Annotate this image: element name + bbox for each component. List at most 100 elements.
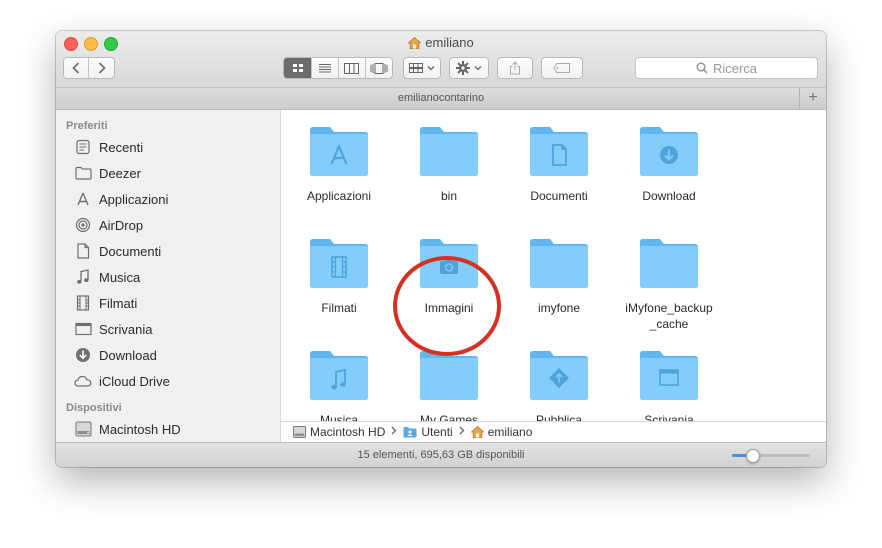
list-view-button[interactable] — [311, 58, 338, 78]
sidebar-item-label: iCloud Drive — [99, 373, 170, 389]
folder-label: imyfone — [537, 301, 581, 315]
home-icon — [407, 36, 422, 52]
users-folder-icon — [403, 426, 417, 438]
icon-size-slider[interactable] — [732, 449, 810, 463]
titlebar: emiliano Ricerca — [56, 31, 826, 88]
folder-item[interactable]: Applicazioni — [284, 110, 394, 210]
action-menu-button[interactable] — [449, 57, 489, 79]
breadcrumb-item[interactable]: Utenti — [403, 425, 453, 439]
icon-view-button[interactable] — [284, 58, 312, 78]
folder-item[interactable]: Download — [614, 110, 724, 210]
column-view-button[interactable] — [338, 58, 365, 78]
gear-icon — [456, 61, 470, 75]
share-button[interactable] — [497, 57, 533, 79]
chevron-right-icon — [459, 426, 465, 435]
share-icon — [510, 61, 520, 75]
sidebar-section-favorites: Preferiti — [66, 120, 108, 132]
sidebar-item-label: AirDrop — [99, 217, 144, 233]
hard-drive-icon — [293, 426, 306, 438]
music-note-icon — [74, 268, 92, 286]
current-tab-label[interactable]: emilianocontarino — [398, 92, 484, 104]
home-icon — [470, 426, 484, 438]
chevron-right-icon — [98, 62, 106, 74]
columns-icon — [344, 62, 360, 74]
sidebar-item-label: Deezer — [99, 165, 141, 181]
folder-item[interactable]: Pubblica — [504, 334, 614, 421]
cloud-icon — [74, 372, 92, 390]
sidebar-item-deezer[interactable]: Deezer — [56, 160, 280, 186]
airdrop-icon — [74, 216, 92, 234]
breadcrumb-separator — [391, 426, 397, 438]
view-mode-control — [283, 57, 393, 79]
chevron-down-icon — [427, 66, 435, 71]
tag-icon — [553, 63, 570, 73]
folder-label: bin — [440, 189, 457, 203]
folder-label: iMyfone_backup_cache — [625, 301, 713, 331]
sidebar-item-label: Filmati — [99, 295, 138, 311]
cover-flow-view-button[interactable] — [364, 58, 392, 78]
arrange-grid-icon — [409, 63, 423, 73]
folder-item[interactable]: Musica — [284, 334, 394, 421]
breadcrumb: Macintosh HD Utenti emiliano — [281, 421, 826, 442]
tab-bar: emilianocontarino + — [56, 88, 826, 110]
breadcrumb-item[interactable]: emiliano — [470, 425, 532, 439]
search-input[interactable]: Ricerca — [635, 57, 818, 79]
sidebar-item-label: Recenti — [99, 139, 144, 155]
arrange-button[interactable] — [403, 57, 441, 79]
sidebar-item-airdrop[interactable]: AirDrop — [56, 212, 280, 238]
folder-item[interactable]: iMyfone_backup_cache — [614, 222, 724, 331]
search-icon — [696, 62, 708, 74]
chevron-left-icon — [72, 62, 80, 74]
folder-label: Applicazioni — [306, 189, 372, 203]
tag-button[interactable] — [541, 57, 583, 79]
sidebar-item-documenti[interactable]: Documenti — [56, 238, 280, 264]
sidebar-item-label: Applicazioni — [99, 191, 169, 207]
download-icon — [74, 346, 92, 364]
folder-label: Pubblica — [535, 413, 583, 421]
slider-thumb[interactable] — [745, 449, 760, 463]
folder-item[interactable]: Filmati — [284, 222, 394, 322]
chevron-right-icon — [391, 426, 397, 435]
grid-icon — [292, 64, 303, 72]
sidebar-item-filmati[interactable]: Filmati — [56, 290, 280, 316]
sidebar-item-download[interactable]: Download — [56, 342, 280, 368]
folder-item[interactable]: bin — [394, 110, 504, 210]
document-icon — [74, 242, 92, 260]
sidebar-section-devices: Dispositivi — [66, 402, 122, 414]
folder-label: My Games — [419, 413, 478, 421]
sidebar-item-scrivania[interactable]: Scrivania — [56, 316, 280, 342]
folder-label: Scrivania — [644, 413, 694, 421]
status-bar: 15 elementi, 695,63 GB disponibili — [56, 442, 826, 467]
cover-flow-icon — [370, 62, 388, 74]
sidebar-item-recenti[interactable]: Recenti — [56, 134, 280, 160]
film-icon — [74, 294, 92, 312]
sidebar-item-macintosh-hd[interactable]: Macintosh HD — [56, 416, 280, 442]
status-text: 15 elementi, 695,63 GB disponibili — [357, 449, 525, 461]
folder-item[interactable]: Scrivania — [614, 334, 724, 421]
folder-label: Documenti — [530, 189, 588, 203]
clock-icon — [74, 138, 92, 156]
applications-icon — [74, 190, 92, 208]
search-placeholder: Ricerca — [712, 60, 758, 76]
finder-window: emiliano Ricerca emilianocontarino + Pre… — [56, 31, 826, 467]
list-icon — [319, 64, 332, 73]
folder-item[interactable]: Documenti — [504, 110, 614, 210]
folder-label: Musica — [319, 413, 358, 421]
sidebar-item-label: Macintosh HD — [99, 421, 181, 437]
breadcrumb-label: Utenti — [421, 425, 453, 439]
file-grid: Applicazioni bin Documenti Download Filmati I… — [281, 110, 826, 421]
folder-item[interactable]: imyfone — [504, 222, 614, 322]
highlight-circle — [393, 256, 501, 356]
sidebar-item-icloud-drive[interactable]: iCloud Drive — [56, 368, 280, 394]
desktop-icon — [74, 320, 92, 338]
new-tab-button[interactable]: + — [799, 88, 826, 109]
hard-drive-icon — [74, 420, 92, 438]
forward-button[interactable] — [89, 58, 114, 78]
sidebar-item-musica[interactable]: Musica — [56, 264, 280, 290]
back-button[interactable] — [64, 58, 90, 78]
sidebar-item-applicazioni[interactable]: Applicazioni — [56, 186, 280, 212]
folder-label: Filmati — [321, 301, 357, 315]
folder-label: Download — [642, 189, 696, 203]
window-title: emiliano — [56, 35, 826, 52]
breadcrumb-item[interactable]: Macintosh HD — [293, 425, 385, 439]
